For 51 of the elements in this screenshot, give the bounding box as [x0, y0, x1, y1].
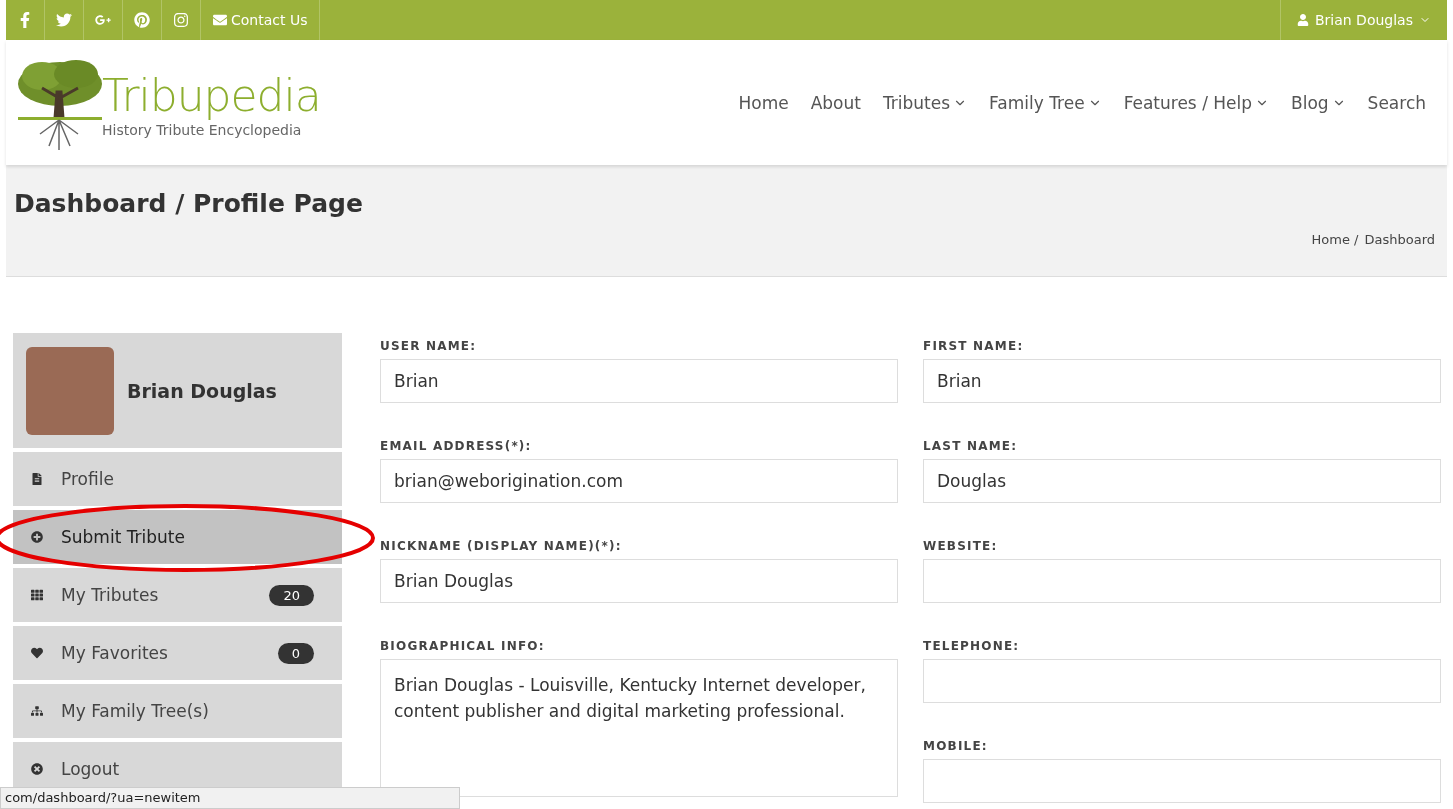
sidebar-item-label: My Family Tree(s) [61, 701, 210, 721]
sidebar-item[interactable]: My Family Tree(s) [13, 684, 342, 738]
sidebar-item-label: Submit Tribute [61, 527, 186, 547]
count-badge: 0 [277, 642, 314, 664]
input-field[interactable]: Brian Douglas [380, 559, 898, 603]
input-field[interactable]: Douglas [923, 459, 1441, 503]
breadcrumb-link[interactable]: Dashboard [1364, 232, 1435, 247]
sidebar-item-label: Logout [61, 759, 121, 779]
url-status-tooltip: com/dashboard/?ua=newitem [0, 787, 460, 809]
field-label: BIOGRAPHICAL INFO: [380, 639, 546, 653]
document-icon [31, 473, 43, 485]
field-label: USER NAME: [380, 339, 478, 353]
input-field[interactable]: Brian [923, 359, 1441, 403]
nav-link[interactable]: Home [727, 92, 800, 113]
input-field[interactable]: brian@weborigination.com [380, 459, 898, 503]
field-label: LAST NAME: [923, 439, 1019, 453]
breadcrumb-link[interactable]: Home / [1311, 232, 1359, 247]
sidebar-item[interactable]: Submit Tribute [13, 510, 342, 564]
field-label: FIRST NAME: [923, 339, 1025, 353]
nav-link[interactable]: Family Tree [978, 92, 1113, 113]
count-badge: 20 [269, 584, 314, 606]
textarea-field[interactable]: Brian Douglas - Louisville, Kentucky Internet developer, content publisher and digital marketing professional. [380, 659, 898, 797]
sidebar-item[interactable]: My Favorites 0 [13, 626, 342, 680]
user-icon [1296, 14, 1309, 26]
input-field[interactable]: Brian [380, 359, 898, 403]
field-label: MOBILE: [923, 739, 989, 753]
field-label: EMAIL ADDRESS(*): [380, 439, 533, 453]
heart-icon [31, 647, 43, 659]
nav-link[interactable]: Blog [1280, 92, 1357, 113]
field-label: NICKNAME (DISPLAY NAME)(*): [380, 539, 623, 553]
logo-name: Tribupedia [102, 73, 321, 118]
sidebar-item-label: My Favorites [61, 643, 169, 663]
nav-link[interactable]: Features / Help [1112, 92, 1280, 113]
page-title: Dashboard / Profile Page [14, 189, 364, 218]
nav-link[interactable]: About [799, 92, 872, 113]
envelope-icon [213, 13, 227, 27]
grid-icon [31, 589, 43, 601]
input-field[interactable] [923, 759, 1441, 803]
logo-tagline: History Tribute Encyclopedia [102, 121, 303, 138]
input-field[interactable] [923, 659, 1441, 703]
sidebar-item-label: My Tributes [61, 585, 160, 605]
sitemap-icon [31, 705, 43, 717]
field-label: TELEPHONE: [923, 639, 1021, 653]
profile-name: Brian Douglas [127, 379, 277, 402]
input-field[interactable] [923, 559, 1441, 603]
nav-link[interactable]: Search [1356, 92, 1437, 113]
nav-link[interactable]: Tributes [871, 92, 979, 113]
sidebar-item-label: Profile [61, 469, 115, 489]
sidebar-item[interactable]: Profile [13, 452, 342, 506]
sidebar-item[interactable]: My Tributes 20 [13, 568, 342, 622]
field-label: WEBSITE: [923, 539, 999, 553]
